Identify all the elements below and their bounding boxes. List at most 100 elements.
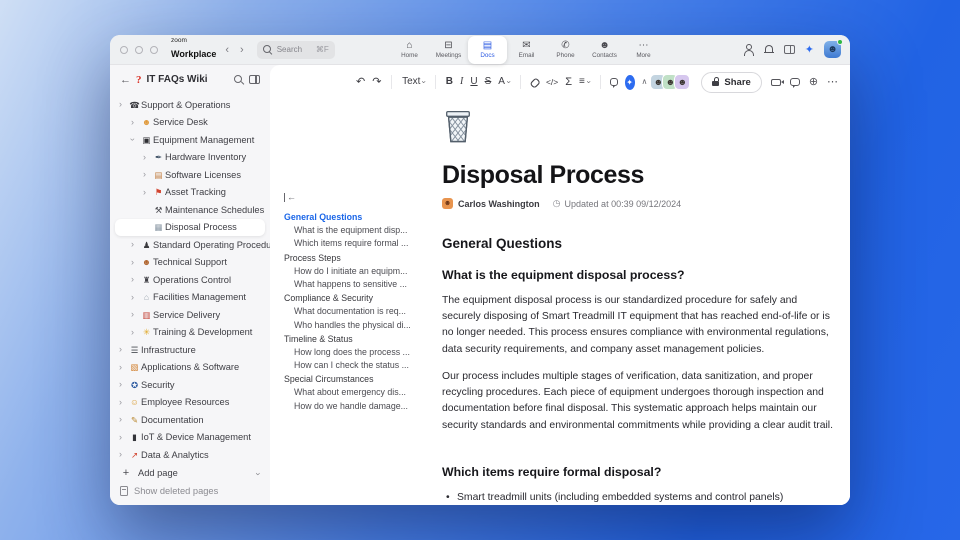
page-title[interactable]: Disposal Process <box>442 161 834 190</box>
collaborator-avatar[interactable]: ☻ <box>674 74 691 90</box>
profile-icon[interactable] <box>743 44 754 56</box>
chevron-icon[interactable] <box>119 380 128 389</box>
back-icon[interactable]: ← <box>120 74 131 86</box>
text-color-dropdown[interactable]: A <box>498 77 509 87</box>
video-icon[interactable] <box>770 78 785 86</box>
toc-item[interactable]: What is the equipment disp... <box>284 224 432 237</box>
tree-item[interactable]: ✎ Documentation <box>110 411 270 429</box>
collapse-toolbar-button[interactable]: ∧ <box>642 78 648 86</box>
nav-back-button[interactable]: ‹ <box>223 44 231 56</box>
tree-item[interactable]: ⚑ Asset Tracking <box>110 184 270 202</box>
tree-item[interactable]: ♟ Standard Operating Procedures <box>110 236 285 254</box>
toc-section-heading[interactable]: Compliance & Security <box>284 292 432 305</box>
underline-button[interactable]: U <box>470 77 477 87</box>
toc-section-heading[interactable]: Special Circumstances <box>284 373 432 386</box>
code-button[interactable]: </> <box>546 78 558 87</box>
comment-icon[interactable] <box>610 78 618 89</box>
tree-item[interactable]: ↗ Data & Analytics <box>110 446 270 464</box>
tree-item[interactable]: ✪ Security <box>110 376 270 394</box>
toc-item[interactable]: How can I check the status ... <box>284 359 432 372</box>
toc-section-heading[interactable]: Process Steps <box>284 252 432 265</box>
chevron-icon[interactable] <box>131 258 140 267</box>
question-heading[interactable]: Which items require formal disposal? <box>442 465 834 479</box>
toc-item[interactable]: How do I initiate an equipm... <box>284 265 432 278</box>
top-nav-tab[interactable]: ⊟ Meetings <box>429 35 468 65</box>
chevron-icon[interactable] <box>119 433 128 442</box>
share-button[interactable]: Share <box>701 71 762 93</box>
tree-item[interactable]: ▮ IoT & Device Management <box>110 429 270 447</box>
link-icon[interactable] <box>529 76 540 87</box>
tree-item[interactable]: ⚒ Maintenance Schedules <box>110 201 270 219</box>
top-nav-tab[interactable]: ☻ Contacts <box>585 35 624 65</box>
tree-item[interactable]: ☺ Employee Resources <box>110 394 270 412</box>
sidebar-search-icon[interactable] <box>234 74 244 85</box>
more-options-icon[interactable]: ⋯ <box>827 76 838 88</box>
chevron-icon[interactable] <box>131 118 140 127</box>
tree-item[interactable]: ☎ Support & Operations <box>110 96 270 114</box>
chevron-icon[interactable] <box>119 363 128 372</box>
strikethrough-button[interactable]: S <box>485 77 492 87</box>
chevron-icon[interactable] <box>131 310 140 319</box>
tree-item[interactable]: ☻ Service Desk <box>110 114 270 132</box>
window-zoom-button[interactable] <box>150 45 158 54</box>
chevron-icon[interactable] <box>143 170 152 179</box>
tree-item[interactable]: ✒ Hardware Inventory <box>110 149 270 167</box>
redo-button[interactable]: ↷ <box>372 76 381 88</box>
top-nav-tab[interactable]: ✆ Phone <box>546 35 585 65</box>
tree-item[interactable]: ▣ Equipment Management <box>110 131 270 149</box>
formula-button[interactable]: Σ <box>565 76 572 88</box>
top-nav-tab[interactable]: ⋯ More <box>624 35 663 65</box>
tree-item[interactable]: ▥ Service Delivery <box>110 306 270 324</box>
tree-item[interactable]: ☻ Technical Support <box>110 254 270 272</box>
top-nav-tab[interactable]: ✉ Email <box>507 35 546 65</box>
toc-item[interactable]: How do we handle damage... <box>284 400 432 413</box>
collapse-toc-icon[interactable]: ← <box>284 193 296 202</box>
text-style-dropdown[interactable]: Text <box>402 77 425 87</box>
chevron-icon[interactable] <box>119 100 128 109</box>
chevron-icon[interactable] <box>131 328 140 337</box>
add-page-button[interactable]: + Add page <box>110 465 270 483</box>
chevron-icon[interactable] <box>119 398 128 407</box>
top-nav-tab[interactable]: ⌂ Home <box>390 35 429 65</box>
tree-item[interactable]: ☰ Infrastructure <box>110 341 270 359</box>
notifications-icon[interactable] <box>763 44 774 55</box>
global-search-input[interactable]: Search ⌘F <box>256 40 335 59</box>
tree-item[interactable]: ▧ Applications & Software <box>110 359 270 377</box>
chevron-icon[interactable] <box>119 345 128 354</box>
globe-icon[interactable]: ⊕ <box>809 76 818 88</box>
bullet-item[interactable]: Smart treadmill units (including embedde… <box>442 492 834 503</box>
toc-section-heading[interactable]: General Questions <box>284 211 432 224</box>
chevron-down-icon[interactable] <box>257 464 260 482</box>
toc-item[interactable]: What about emergency dis... <box>284 386 432 399</box>
window-close-button[interactable] <box>120 45 128 54</box>
nav-forward-button[interactable]: › <box>238 44 246 56</box>
chevron-icon[interactable] <box>131 293 140 302</box>
toc-item[interactable]: What documentation is req... <box>284 305 432 318</box>
paragraph[interactable]: Our process includes multiple stages of … <box>442 369 834 434</box>
toc-item[interactable]: Who handles the physical di... <box>284 319 432 332</box>
paragraph[interactable]: The equipment disposal process is our st… <box>442 293 834 358</box>
tree-item[interactable]: ▤ Software Licenses <box>110 166 270 184</box>
toc-item[interactable]: How long does the process ... <box>284 346 432 359</box>
sidebar-collapse-icon[interactable] <box>249 75 260 84</box>
chevron-icon[interactable] <box>131 135 140 144</box>
chevron-icon[interactable] <box>143 153 152 162</box>
top-nav-tab[interactable]: ▤ Docs <box>468 35 507 64</box>
window-minimize-button[interactable] <box>135 45 143 54</box>
list-dropdown[interactable]: ≡ <box>579 77 590 87</box>
chevron-icon[interactable] <box>131 275 140 284</box>
show-deleted-pages-button[interactable]: Show deleted pages <box>110 482 270 500</box>
user-avatar[interactable]: ☻ <box>824 39 843 58</box>
bold-button[interactable]: B <box>446 77 453 87</box>
italic-button[interactable]: I <box>460 77 463 87</box>
side-panel-icon[interactable] <box>783 45 795 54</box>
chevron-icon[interactable] <box>143 188 152 197</box>
toc-item[interactable]: What happens to sensitive ... <box>284 278 432 291</box>
question-heading[interactable]: What is the equipment disposal process? <box>442 268 834 282</box>
tree-item[interactable]: ♜ Operations Control <box>110 271 270 289</box>
toc-item[interactable]: Which items require formal ... <box>284 237 432 250</box>
toc-section-heading[interactable]: Timeline & Status <box>284 333 432 346</box>
chevron-icon[interactable] <box>119 415 128 424</box>
undo-button[interactable]: ↶ <box>356 76 365 88</box>
chevron-icon[interactable] <box>119 450 128 459</box>
